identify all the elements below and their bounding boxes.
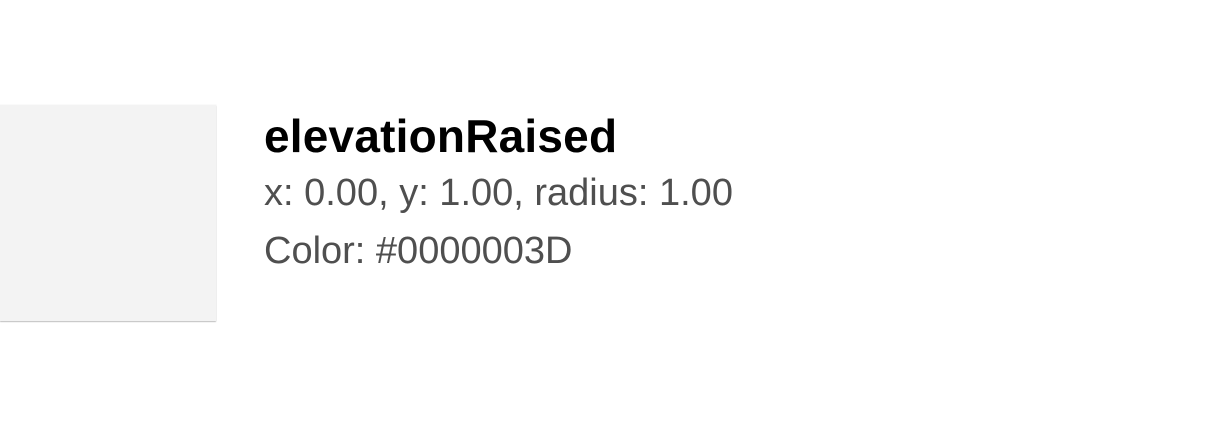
token-name: elevationRaised: [264, 110, 618, 162]
token-geometry: x: 0.00, y: 1.00, radius: 1.00: [264, 172, 733, 214]
token-info: elevationRaised x: 0.00, y: 1.00, radius…: [264, 108, 733, 280]
elevation-token-row: elevationRaised x: 0.00, y: 1.00, radius…: [0, 0, 1206, 432]
token-color: Color: #0000003D: [264, 230, 573, 272]
elevation-preview-swatch: [0, 105, 216, 321]
